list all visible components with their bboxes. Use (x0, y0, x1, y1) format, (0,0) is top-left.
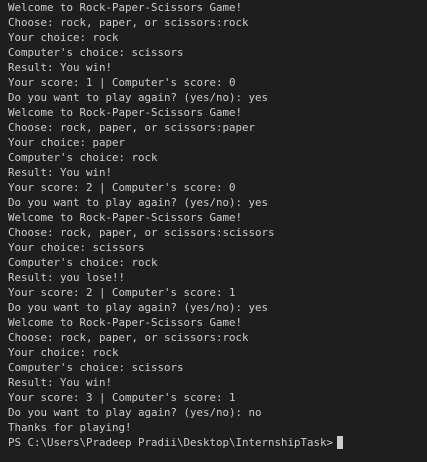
terminal-output-line: Your score: 2 | Computer's score: 0 (8, 181, 236, 194)
terminal-output-line: Result: you lose!! (8, 271, 126, 284)
terminal-output-line: Your score: 2 | Computer's score: 1 (8, 286, 236, 299)
terminal-output-line: Do you want to play again? (yes/no): yes (8, 196, 269, 209)
terminal-panel[interactable]: Welcome to Rock-Paper-Scissors Game! Cho… (0, 0, 427, 462)
terminal-output-line: Computer's choice: scissors (8, 361, 184, 374)
terminal-output-line: Welcome to Rock-Paper-Scissors Game! (8, 106, 243, 119)
shell-prompt: PS C:\Users\Pradeep Pradii\Desktop\Inter… (8, 436, 334, 449)
terminal-output-line: Result: You win! (8, 376, 113, 389)
terminal-output-line: Thanks for playing! (8, 421, 132, 434)
terminal-output-line: Computer's choice: scissors (8, 46, 184, 59)
terminal-output-line: Result: You win! (8, 166, 113, 179)
terminal-output-line: Computer's choice: rock (8, 151, 158, 164)
terminal-output-line: Do you want to play again? (yes/no): yes (8, 91, 269, 104)
text-cursor (337, 436, 344, 449)
terminal-output-line: Choose: rock, paper, or scissors:rock (8, 16, 249, 29)
terminal-output-line: Welcome to Rock-Paper-Scissors Game! (8, 211, 243, 224)
terminal-output-line: Choose: rock, paper, or scissors:paper (8, 121, 256, 134)
terminal-output-line: Welcome to Rock-Paper-Scissors Game! (8, 316, 243, 329)
terminal-prompt-line[interactable]: PS C:\Users\Pradeep Pradii\Desktop\Inter… (8, 435, 427, 450)
terminal-output-line: Computer's choice: rock (8, 256, 158, 269)
terminal-output-line: Your choice: rock (8, 346, 119, 359)
terminal-output-line: Your score: 1 | Computer's score: 0 (8, 76, 236, 89)
terminal-output-line: Welcome to Rock-Paper-Scissors Game! (8, 1, 243, 14)
terminal-output-line: Your choice: paper (8, 136, 126, 149)
terminal-output-line: Do you want to play again? (yes/no): yes (8, 301, 269, 314)
terminal-output-line: Your score: 3 | Computer's score: 1 (8, 391, 236, 404)
terminal-output-line: Do you want to play again? (yes/no): no (8, 406, 262, 419)
terminal-output-line: Choose: rock, paper, or scissors:scissor… (8, 226, 275, 239)
terminal-output-line: Choose: rock, paper, or scissors:rock (8, 331, 249, 344)
terminal-output-line: Result: You win! (8, 61, 113, 74)
terminal-output-line: Your choice: scissors (8, 241, 145, 254)
terminal-output-line: Your choice: rock (8, 31, 119, 44)
